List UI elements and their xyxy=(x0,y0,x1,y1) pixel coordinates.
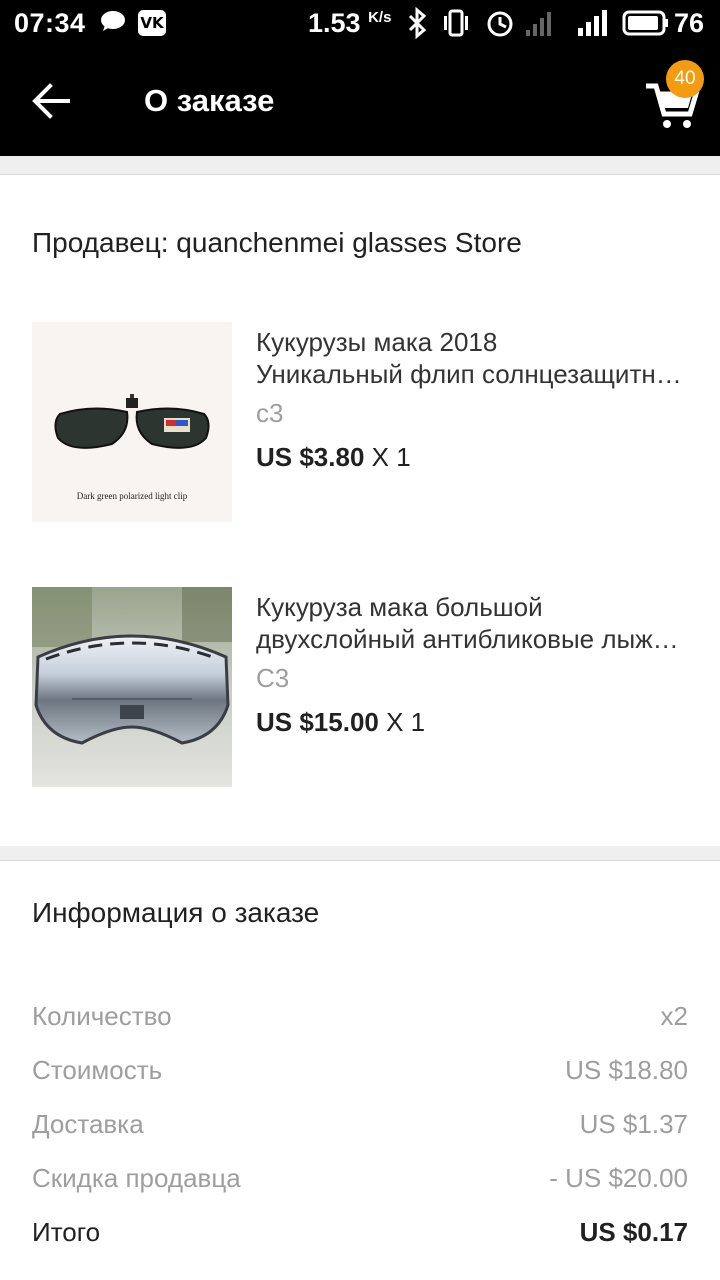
vk-icon: VK xyxy=(138,10,166,36)
item-title-line1: Кукурузы мака 2018 xyxy=(256,327,498,357)
item-title-line2: двухслойный антибликовые лыжные очки xyxy=(256,624,692,654)
row-value: US $18.80 xyxy=(565,1055,688,1085)
row-label: Количество xyxy=(32,1001,172,1031)
item-price: US $3.80 X 1 xyxy=(256,442,411,473)
item-sku: C3 xyxy=(256,663,290,693)
row-value: US $1.37 xyxy=(579,1109,688,1139)
summary-row-quantity: Количество x2 xyxy=(32,1001,688,1035)
total-label: Итого xyxy=(32,1217,101,1247)
row-label: Доставка xyxy=(32,1109,144,1139)
item-title[interactable]: Кукуруза мака большой двухслойный антибл… xyxy=(256,591,692,655)
seller-card: Продавец: quanchenmei glasses Store Dark… xyxy=(0,174,720,846)
signal-icon-1 xyxy=(526,12,551,36)
row-value: x2 xyxy=(660,1001,688,1031)
order-info-title: Информация о заказе xyxy=(32,897,320,928)
product-image-ski-goggles[interactable] xyxy=(32,587,232,787)
row-label: Стоимость xyxy=(32,1055,163,1085)
app-bar: О заказе 40 xyxy=(0,46,720,156)
alarm-icon xyxy=(487,11,513,37)
status-bar: 07:34 VK 1.53 K/s 76 xyxy=(0,0,720,46)
cart-count-badge: 40 xyxy=(666,60,704,98)
chat-icon xyxy=(101,11,125,31)
speed-unit: K/s xyxy=(368,9,392,26)
row-label: Скидка продавца xyxy=(32,1163,241,1193)
battery-icon xyxy=(622,10,668,36)
item-sku: c3 xyxy=(256,398,284,428)
quantity: X 1 xyxy=(371,442,411,472)
battery-level: 76 xyxy=(674,8,705,38)
status-icons xyxy=(408,6,668,40)
row-value: - US $20.00 xyxy=(549,1163,688,1193)
summary-row-total: Итого US $0.17 xyxy=(32,1217,688,1251)
summary-row-shipping: Доставка US $1.37 xyxy=(32,1109,688,1143)
item-title-line2: Уникальный флип солнцезащитные очки xyxy=(256,359,692,389)
order-info-card: Информация о заказе Количество x2 Стоимо… xyxy=(0,860,720,1280)
quantity: X 1 xyxy=(386,707,426,737)
price-value: US $15.00 xyxy=(256,707,379,737)
page-title: О заказе xyxy=(144,83,275,118)
back-arrow-icon[interactable] xyxy=(24,76,80,126)
seller-name[interactable]: Продавец: quanchenmei glasses Store xyxy=(32,227,522,259)
vibrate-icon xyxy=(444,9,468,37)
product-image-clip-glasses[interactable]: Dark green polarized light clip xyxy=(32,322,232,522)
item-price: US $15.00 X 1 xyxy=(256,707,425,738)
network-speed: 1.53 K/s xyxy=(308,8,391,39)
order-item[interactable]: Dark green polarized light clip Кукурузы… xyxy=(32,322,692,522)
price-value: US $3.80 xyxy=(256,442,365,472)
summary-row-cost: Стоимость US $18.80 xyxy=(32,1055,688,1089)
order-item[interactable]: Кукуруза мака большой двухслойный антибл… xyxy=(32,587,692,787)
speed-value: 1.53 xyxy=(308,8,361,38)
image-caption: Dark green polarized light clip xyxy=(77,491,188,501)
item-title[interactable]: Кукурузы мака 2018 Уникальный флип солнц… xyxy=(256,326,692,390)
total-value: US $0.17 xyxy=(579,1217,688,1247)
bluetooth-icon xyxy=(408,6,427,40)
status-time: 07:34 xyxy=(14,8,86,38)
summary-row-seller-discount: Скидка продавца - US $20.00 xyxy=(32,1163,688,1197)
item-title-line1: Кукуруза мака большой xyxy=(256,592,543,622)
signal-icon-2 xyxy=(578,10,607,36)
